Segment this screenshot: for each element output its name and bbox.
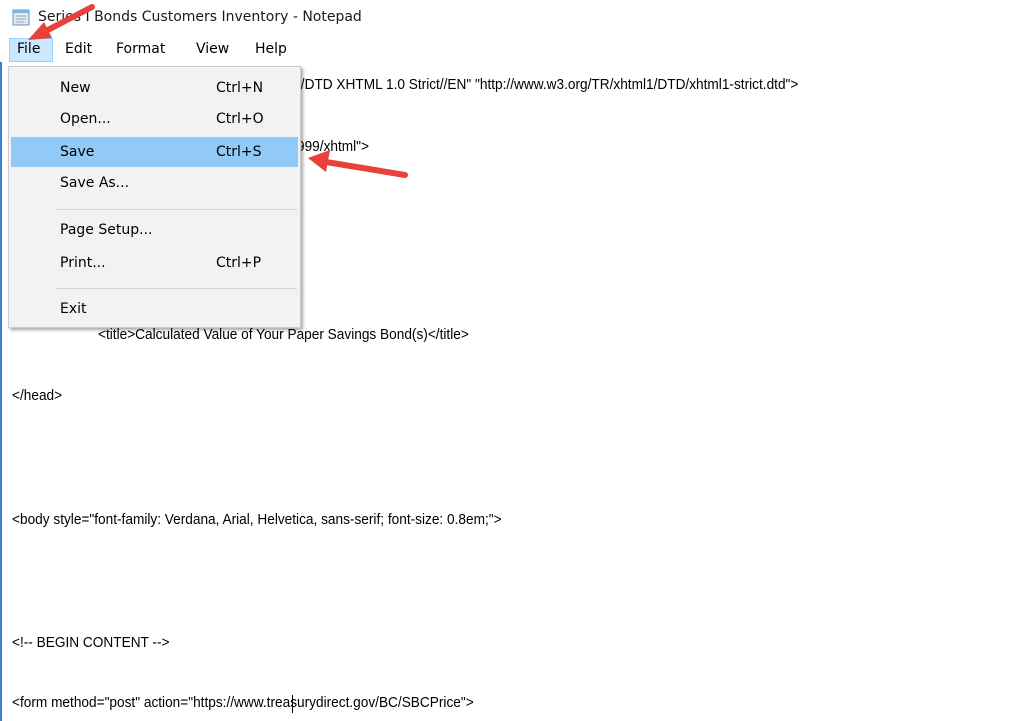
- annotation-arrow-save: [308, 150, 408, 178]
- notepad-window: Series I Bonds Customers Inventory - Not…: [0, 0, 1021, 721]
